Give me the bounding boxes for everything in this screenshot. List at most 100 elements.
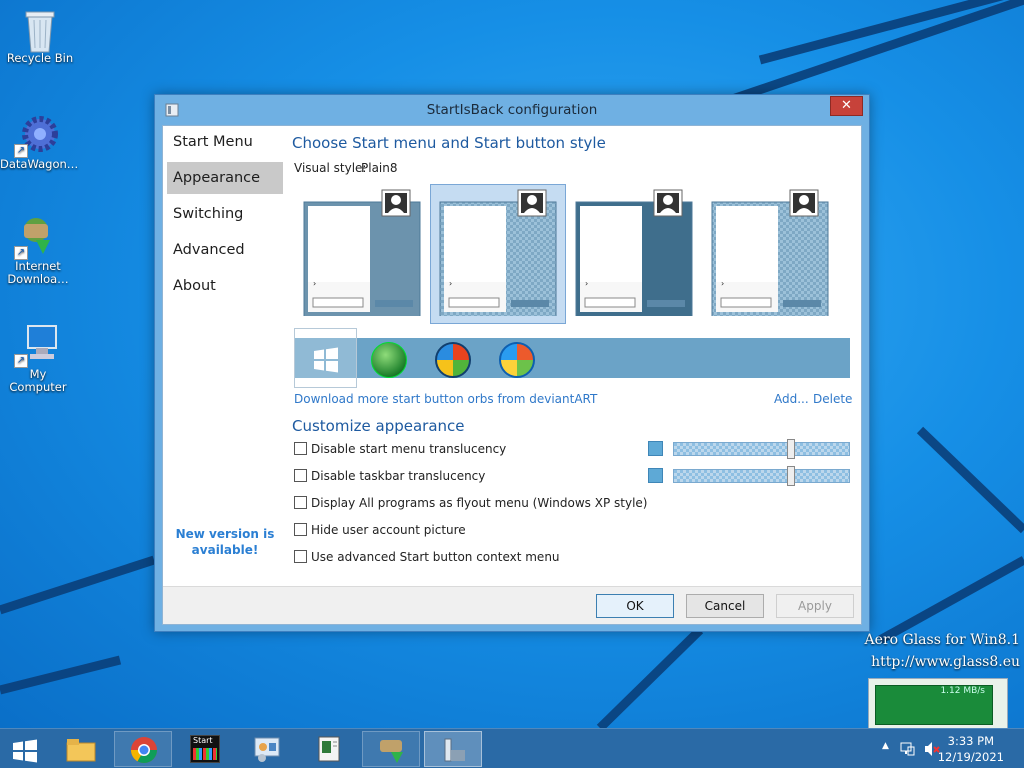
desktop-icon-label: DataWagon… <box>0 157 79 171</box>
sidebar-item-about[interactable]: About <box>167 270 283 302</box>
start-menu-opacity-slider[interactable] <box>673 439 850 459</box>
sidebar-item-switching[interactable]: Switching <box>167 198 283 230</box>
computer-icon: ↗ <box>14 322 60 368</box>
checkbox-label: Display All programs as flyout menu (Win… <box>311 496 648 510</box>
checkbox-advanced-context-menu[interactable]: Use advanced Start button context menu <box>294 550 560 564</box>
download-orbs-link[interactable]: Download more start button orbs from dev… <box>294 392 597 406</box>
network-meter-gadget[interactable]: 1.12 MB/s <box>868 678 1008 728</box>
control-panel-icon <box>254 737 280 762</box>
network-meter-value: 1.12 MB/s <box>940 686 985 696</box>
windows-logo-icon <box>13 739 37 763</box>
taskbar-document-viewer[interactable] <box>300 731 358 767</box>
checkbox-disable-start-menu-translucency[interactable]: Disable start menu translucency <box>294 442 506 456</box>
taskbar: Start ▲ 3:33 PM 12/19/2021 <box>0 728 1024 768</box>
recycle-bin-icon <box>18 6 62 53</box>
checkbox-label: Use advanced Start button context menu <box>311 550 560 564</box>
windows7-orb[interactable] <box>435 342 471 378</box>
style-thumbnail-3[interactable]: › <box>575 189 693 316</box>
svg-text:›: › <box>585 279 588 288</box>
window-title: StartIsBack configuration <box>426 102 598 118</box>
style-thumbnail-2[interactable]: › <box>439 189 557 316</box>
document-viewer-icon <box>318 736 340 762</box>
clock-date: 12/19/2021 <box>937 750 1004 764</box>
windows8-logo-orb[interactable] <box>312 346 340 374</box>
checkbox-all-programs-flyout[interactable]: Display All programs as flyout menu (Win… <box>294 496 647 510</box>
desktop-icon-label: My Computer <box>9 367 67 394</box>
taskbar-color-slider-row <box>648 466 850 486</box>
gear-icon: ↗ <box>14 112 60 158</box>
svg-text:›: › <box>313 279 316 288</box>
desktop-icon-internet-download[interactable]: ↗ Internet Downloa… <box>0 214 76 286</box>
checkbox-label: Disable taskbar translucency <box>311 469 486 483</box>
file-explorer-icon <box>66 739 96 762</box>
dialog-footer: OK Cancel Apply <box>163 586 861 624</box>
clock-time: 3:33 PM <box>947 734 995 748</box>
section-heading-customize: Customize appearance <box>292 417 465 435</box>
section-heading-style: Choose Start menu and Start button style <box>292 134 606 152</box>
start-app-icon: Start <box>190 735 220 763</box>
sidebar-item-advanced[interactable]: Advanced <box>167 234 283 266</box>
shortcut-arrow-icon: ↗ <box>14 246 28 260</box>
slider-thumb[interactable] <box>787 439 795 459</box>
add-orb-link[interactable]: Add... <box>774 392 809 406</box>
shortcut-arrow-icon: ↗ <box>14 144 28 158</box>
checkbox-disable-taskbar-translucency[interactable]: Disable taskbar translucency <box>294 469 485 483</box>
taskbar-color-swatch[interactable] <box>648 468 663 483</box>
taskbar-startisback[interactable] <box>424 731 482 767</box>
watermark-title: Aero Glass for Win8.1 <box>864 632 1020 648</box>
taskbar-start-app[interactable]: Start <box>176 731 234 767</box>
windows-vista-orb[interactable] <box>499 342 535 378</box>
apply-button[interactable]: Apply <box>776 594 854 618</box>
ok-button[interactable]: OK <box>596 594 674 618</box>
desktop-icon-datawagon[interactable]: ↗ DataWagon… <box>0 112 79 171</box>
checkbox[interactable] <box>294 550 307 563</box>
new-version-link[interactable]: New version is available! <box>173 526 277 558</box>
taskbar-opacity-slider[interactable] <box>673 466 850 486</box>
checkbox-hide-user-picture[interactable]: Hide user account picture <box>294 523 466 537</box>
start-menu-color-swatch[interactable] <box>648 441 663 456</box>
checkbox[interactable] <box>294 523 307 536</box>
checkbox-label: Hide user account picture <box>311 523 466 537</box>
sidebar-nav: Start Menu Appearance Switching Advanced… <box>163 126 291 586</box>
desktop-icon-recycle-bin[interactable]: Recycle Bin <box>2 6 78 65</box>
visual-style-label: Visual style: <box>294 161 367 175</box>
taskbar-file-explorer[interactable] <box>52 731 110 767</box>
checkbox[interactable] <box>294 469 307 482</box>
desktop-icon-label-line2: Downloa… <box>7 272 69 286</box>
start-menu-color-slider-row <box>648 439 850 459</box>
clock[interactable]: 3:33 PM 12/19/2021 <box>938 733 1004 765</box>
close-button[interactable]: ✕ <box>830 96 863 116</box>
checkbox[interactable] <box>294 496 307 509</box>
delete-orb-link[interactable]: Delete <box>813 392 852 406</box>
cancel-button[interactable]: Cancel <box>686 594 764 618</box>
desktop-icon-my-computer[interactable]: ↗ My Computer <box>0 322 76 394</box>
startisback-icon <box>444 738 465 762</box>
visual-style-value: Plain8 <box>361 161 398 175</box>
style-thumbnails: › › › › <box>303 189 829 316</box>
show-hidden-icons-icon[interactable]: ▲ <box>882 741 889 751</box>
start-button[interactable] <box>0 731 50 767</box>
style-thumbnail-1[interactable]: › <box>303 189 421 316</box>
checkbox-label: Disable start menu translucency <box>311 442 507 456</box>
network-icon[interactable] <box>900 741 916 757</box>
shortcut-arrow-icon: ↗ <box>14 354 28 368</box>
start-app-icon-label: Start <box>193 736 213 745</box>
taskbar-control-panel[interactable] <box>238 731 296 767</box>
download-manager-icon: ↗ <box>14 214 60 260</box>
taskbar-chrome[interactable] <box>114 731 172 767</box>
system-tray: ▲ 3:33 PM 12/19/2021 <box>864 729 1024 768</box>
sidebar-item-start-menu[interactable]: Start Menu <box>167 126 283 158</box>
shamrock-orb[interactable] <box>371 342 407 378</box>
sidebar-item-appearance[interactable]: Appearance <box>167 162 283 194</box>
style-thumbnail-4[interactable]: › <box>711 189 829 316</box>
taskbar-internet-download[interactable] <box>362 731 420 767</box>
slider-thumb[interactable] <box>787 466 795 486</box>
title-bar[interactable]: StartIsBack configuration ✕ <box>155 95 869 125</box>
download-manager-icon <box>380 740 403 763</box>
start-orb-strip <box>294 328 850 388</box>
watermark-url: http://www.glass8.eu <box>871 654 1020 670</box>
chrome-icon <box>130 737 158 764</box>
svg-text:›: › <box>721 279 724 288</box>
svg-text:›: › <box>449 279 452 288</box>
checkbox[interactable] <box>294 442 307 455</box>
